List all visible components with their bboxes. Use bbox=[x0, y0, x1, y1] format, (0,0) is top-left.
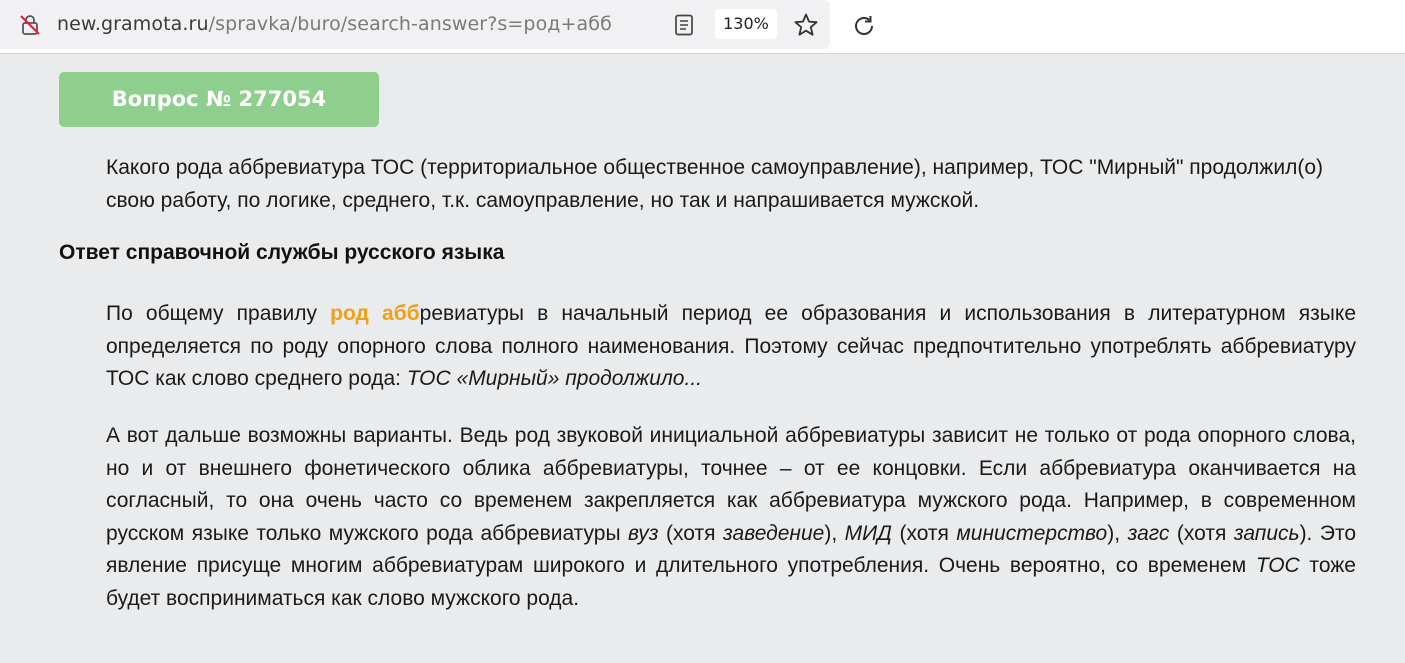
zoom-level-button[interactable]: 130% bbox=[715, 9, 777, 39]
example-italic: МИД bbox=[844, 521, 892, 545]
question-number-badge: Вопрос № 277054 bbox=[59, 72, 379, 127]
answer-text: ), bbox=[1107, 521, 1128, 545]
search-highlight: род абб bbox=[330, 302, 420, 325]
answer-heading: Ответ справочной службы русского языка bbox=[59, 241, 505, 264]
example-italic: ТОС bbox=[1255, 554, 1300, 577]
page-content: Вопрос № 277054 Какого рода аббревиатура… bbox=[0, 54, 1405, 663]
browser-toolbar: new.gramota.ru/spravka/buro/search-answe… bbox=[0, 0, 1405, 54]
example-italic: министерство bbox=[956, 521, 1108, 545]
answer-text: ), bbox=[824, 521, 845, 545]
bookmark-star-icon[interactable] bbox=[793, 12, 819, 38]
example-italic: ТОС «Мирный» продолжило... bbox=[406, 367, 702, 390]
example-italic: запись bbox=[1233, 521, 1300, 545]
example-italic: заведение bbox=[723, 521, 825, 545]
reload-icon[interactable] bbox=[851, 13, 877, 39]
question-text: Какого рода аббревиатура ТОС (территориа… bbox=[106, 156, 1323, 212]
answer-text: (хотя bbox=[658, 521, 723, 545]
answer-text: (хотя bbox=[1169, 521, 1234, 545]
url-text[interactable]: new.gramota.ru/spravka/buro/search-answe… bbox=[57, 13, 612, 35]
address-bar[interactable]: new.gramota.ru/spravka/buro/search-answe… bbox=[0, 0, 830, 49]
reader-view-icon[interactable] bbox=[674, 14, 694, 36]
answer-text: (хотя bbox=[891, 521, 957, 545]
answer-paragraph-2: А вот дальше возможны варианты. Ведь род… bbox=[106, 420, 1356, 615]
example-italic: загс bbox=[1127, 521, 1170, 545]
answer-paragraph-1: По общему правилу род аббревиатуры в нач… bbox=[106, 298, 1356, 396]
url-host: new.gramota.ru bbox=[57, 13, 209, 35]
example-italic: вуз bbox=[628, 521, 659, 545]
insecure-lock-icon[interactable] bbox=[18, 13, 42, 37]
answer-text: По общему правилу bbox=[106, 302, 331, 325]
url-path: /spravka/buro/search-answer?s=род+абб bbox=[208, 13, 612, 35]
